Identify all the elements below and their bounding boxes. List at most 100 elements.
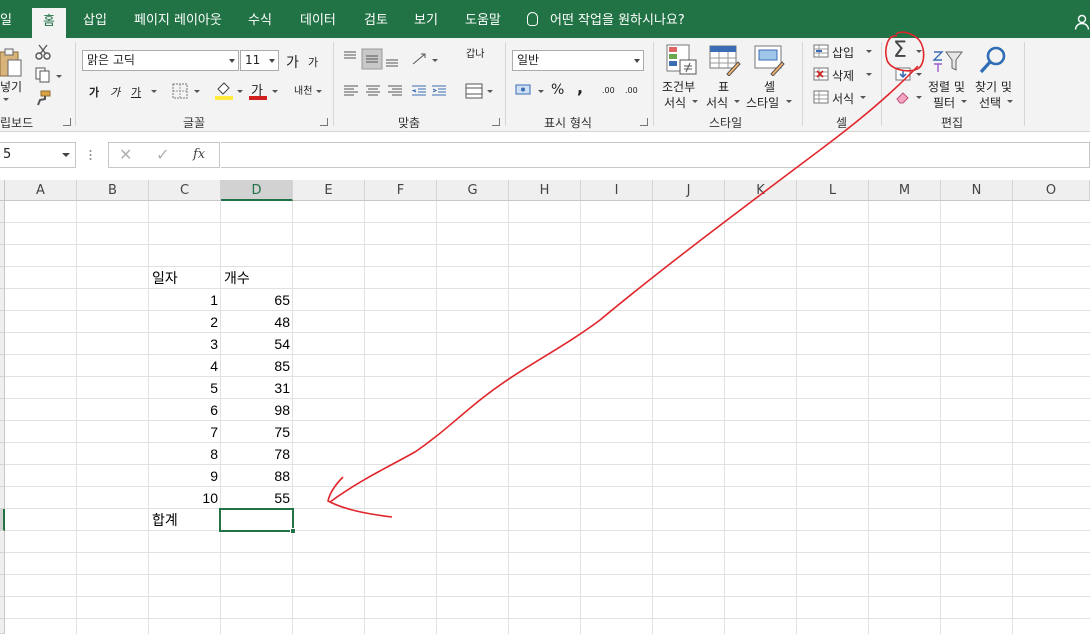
insert-cells-icon[interactable]: [813, 44, 829, 58]
tab-help[interactable]: 도움말: [465, 0, 501, 38]
delete-cells-button[interactable]: 삭제: [832, 67, 854, 84]
column-header-g[interactable]: G: [437, 180, 509, 201]
cell-c15-total-label[interactable]: 합계: [149, 509, 221, 531]
number-format-combo[interactable]: 일반: [512, 50, 644, 71]
format-cells-dropdown-icon[interactable]: [860, 96, 866, 99]
cell-date[interactable]: 8: [149, 443, 221, 465]
find-select-dropdown-icon[interactable]: [1007, 100, 1013, 103]
accounting-dropdown-icon[interactable]: [538, 90, 544, 93]
row-header[interactable]: [0, 245, 5, 267]
delete-cells-icon[interactable]: [813, 67, 829, 81]
cell-count[interactable]: 85: [221, 355, 293, 377]
find-select-icon[interactable]: [977, 44, 1009, 76]
find-select-line2[interactable]: 선택: [979, 94, 1001, 111]
cell-styles-line1[interactable]: 셀: [764, 78, 775, 95]
tab-insert[interactable]: 삽입: [83, 0, 107, 38]
row-header[interactable]: [0, 619, 5, 634]
formula-bar-grip-icon[interactable]: [89, 149, 92, 161]
number-launcher-icon[interactable]: [640, 118, 648, 126]
tab-page-layout[interactable]: 페이지 레이아웃: [134, 0, 222, 38]
cell-date[interactable]: 5: [149, 377, 221, 399]
cell-d4-count-header[interactable]: 개수: [221, 267, 293, 289]
conditional-formatting-line1[interactable]: 조건부: [662, 78, 695, 95]
column-header-j[interactable]: J: [653, 180, 725, 201]
horizontal-align-icons[interactable]: [342, 84, 447, 98]
row-header[interactable]: [0, 201, 5, 223]
format-as-table-line1[interactable]: 표: [718, 78, 729, 95]
conditional-formatting-icon[interactable]: [666, 44, 698, 76]
column-header-h[interactable]: H: [509, 180, 581, 201]
fill-down-icon[interactable]: [895, 67, 911, 81]
column-header-l[interactable]: L: [797, 180, 869, 201]
row-header[interactable]: [0, 355, 5, 377]
paste-button-label[interactable]: 넣기: [0, 78, 22, 95]
font-color-dropdown-icon[interactable]: [272, 90, 278, 93]
tab-data[interactable]: 데이터: [300, 0, 336, 38]
name-box[interactable]: 5: [0, 142, 76, 168]
italic-button[interactable]: 가: [110, 84, 120, 100]
borders-dropdown-icon[interactable]: [194, 90, 200, 93]
fill-dropdown-icon[interactable]: [916, 73, 922, 76]
decrease-decimal-button[interactable]: .00: [625, 86, 638, 95]
row-header-selected[interactable]: [0, 509, 5, 531]
merge-dropdown-icon[interactable]: [487, 90, 493, 93]
fill-handle[interactable]: [290, 528, 296, 534]
vertical-align-icons[interactable]: [340, 48, 402, 70]
clear-dropdown-icon[interactable]: [916, 96, 922, 99]
row-header[interactable]: [0, 399, 5, 421]
merge-center-icon[interactable]: [465, 83, 483, 99]
cell-styles-dropdown-icon[interactable]: [786, 100, 792, 103]
cell-date[interactable]: 10: [149, 487, 221, 509]
user-icon[interactable]: [1074, 14, 1090, 30]
row-header[interactable]: [0, 311, 5, 333]
fill-color-dropdown-icon[interactable]: [237, 90, 243, 93]
format-painter-icon[interactable]: [35, 90, 51, 106]
find-select-line1[interactable]: 찾기 및: [975, 78, 1012, 95]
cell-count[interactable]: 54: [221, 333, 293, 355]
tab-review[interactable]: 검토: [364, 0, 388, 38]
column-header-d[interactable]: D: [221, 180, 293, 201]
shrink-font-button[interactable]: 가: [308, 54, 318, 70]
orientation-dropdown-icon[interactable]: [432, 59, 438, 62]
paste-icon[interactable]: [0, 48, 22, 78]
worksheet-grid[interactable]: A B C D E F G H I J K L M N O 일자 개수 1 65…: [0, 180, 1090, 634]
clear-eraser-icon[interactable]: [895, 90, 911, 104]
cell-date[interactable]: 3: [149, 333, 221, 355]
row-header[interactable]: [0, 553, 5, 575]
cell-count[interactable]: 55: [221, 487, 293, 509]
cell-date[interactable]: 7: [149, 421, 221, 443]
row-header[interactable]: [0, 575, 5, 597]
column-header-k[interactable]: K: [725, 180, 797, 201]
column-header-b[interactable]: B: [77, 180, 149, 201]
format-as-table-line2[interactable]: 서식: [706, 94, 728, 111]
tell-me-search[interactable]: 어떤 작업을 원하시나요?: [527, 0, 685, 38]
cell-styles-line2[interactable]: 스타일: [746, 94, 779, 111]
copy-icon[interactable]: [35, 67, 51, 83]
font-size-combo[interactable]: 11: [240, 50, 279, 71]
cell-count[interactable]: 65: [221, 289, 293, 311]
wrap-text-button[interactable]: 갑나: [466, 50, 484, 60]
confirm-entry-icon[interactable]: ✓: [156, 145, 169, 164]
increase-decimal-button[interactable]: .00: [602, 86, 615, 95]
autosum-dropdown-icon[interactable]: [916, 50, 922, 53]
format-table-dropdown-icon[interactable]: [734, 100, 740, 103]
fill-color-icon[interactable]: [215, 80, 233, 100]
tab-file[interactable]: 일: [0, 0, 12, 38]
insert-cells-button[interactable]: 삽입: [832, 44, 854, 61]
cell-count[interactable]: 78: [221, 443, 293, 465]
tab-home[interactable]: 홈: [32, 8, 66, 38]
row-header[interactable]: [0, 223, 5, 245]
delete-cells-dropdown-icon[interactable]: [866, 73, 872, 76]
row-header[interactable]: [0, 289, 5, 311]
cell-date[interactable]: 2: [149, 311, 221, 333]
alignment-launcher-icon[interactable]: [492, 118, 500, 126]
borders-icon[interactable]: [172, 83, 188, 99]
sort-filter-line2[interactable]: 필터: [933, 94, 955, 111]
column-header-c[interactable]: C: [149, 180, 221, 201]
cut-icon[interactable]: [35, 44, 51, 60]
accounting-format-icon[interactable]: [515, 83, 535, 97]
clipboard-launcher-icon[interactable]: [63, 118, 71, 126]
row-header[interactable]: [0, 487, 5, 509]
font-launcher-icon[interactable]: [320, 118, 328, 126]
cell-styles-icon[interactable]: [753, 44, 785, 76]
